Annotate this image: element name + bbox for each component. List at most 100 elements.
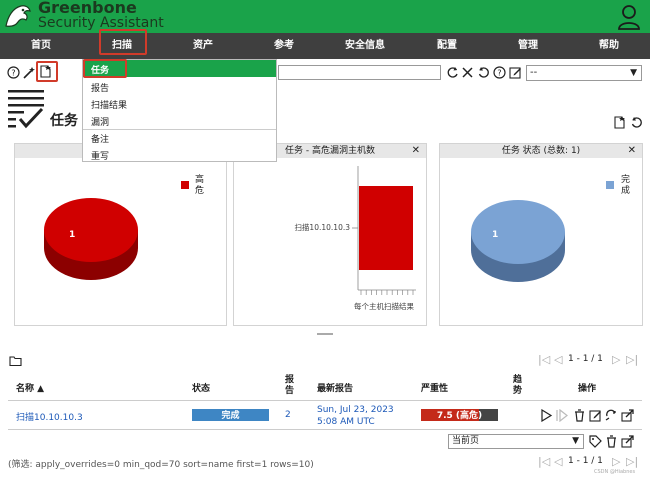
last-report-time-link[interactable]: 5:08 AM UTC <box>317 417 375 427</box>
filter-input[interactable] <box>278 65 441 80</box>
panel-header: 任务 状态 (总数: 1) ✕ <box>440 144 642 158</box>
chart-panel-high-hosts: 任务 - 高危漏洞主机数 ✕ 扫描10.10.10.3 每个主机扫描结果 <box>233 143 427 326</box>
nav-resilience[interactable]: 参考 <box>244 33 324 59</box>
highlight-new-task <box>36 61 58 82</box>
task-list-icon <box>8 90 44 129</box>
applied-filter-text: (筛选: apply_overrides=0 min_qod=70 sort=n… <box>8 460 314 470</box>
bar-axis-label: 每个主机扫描结果 <box>354 301 414 311</box>
page-count: 1 - 1 / 1 <box>568 354 603 364</box>
refresh-filter-icon[interactable] <box>446 66 459 79</box>
pagination-top: |◁ ◁ 1 - 1 / 1 ▷ ▷| <box>538 353 644 367</box>
nav-administration[interactable]: 管理 <box>488 33 568 59</box>
trash-icon[interactable] <box>573 409 586 422</box>
svg-text:?: ? <box>497 69 501 78</box>
pie-slice-label: 1 <box>492 230 498 240</box>
pie-slice-high <box>44 198 138 262</box>
page-count: 1 - 1 / 1 <box>568 456 603 466</box>
col-header-severity[interactable]: 严重性 <box>421 381 448 394</box>
menu-item-results[interactable]: 扫描结果 <box>91 98 127 111</box>
last-report-date-link[interactable]: Sun, Jul 23, 2023 <box>317 405 394 415</box>
table-row-divider <box>8 429 642 430</box>
col-header-name[interactable]: 名称 ▲ <box>16 381 44 394</box>
close-icon[interactable]: ✕ <box>628 144 636 158</box>
bar-mark <box>359 186 413 270</box>
chevron-down-icon: ▼ <box>572 436 579 446</box>
col-header-reports[interactable]: 报告 <box>285 375 295 397</box>
pagination-bottom: |◁ ◁ 1 - 1 / 1 ▷ ▷| <box>538 455 644 469</box>
tag-icon[interactable] <box>589 435 602 448</box>
legend-swatch <box>606 181 614 189</box>
clone-icon[interactable] <box>605 409 618 422</box>
reset-filter-icon[interactable] <box>477 66 490 79</box>
nav-secinfo[interactable]: 安全信息 <box>324 33 406 59</box>
bulk-select[interactable]: 当前页 ▼ <box>448 434 584 449</box>
svg-text:?: ? <box>11 69 15 78</box>
folder-icon[interactable] <box>9 354 22 367</box>
first-page-icon[interactable]: |◁ <box>538 455 550 468</box>
edit-icon[interactable] <box>589 409 602 422</box>
col-header-actions: 操作 <box>578 384 597 394</box>
nav-configuration[interactable]: 配置 <box>406 33 488 59</box>
highlight-nav-scans <box>99 29 147 55</box>
menu-divider <box>83 129 276 130</box>
severity-label: 7.5 (高危) <box>436 411 483 421</box>
page-title: 任务 <box>50 113 78 129</box>
legend-label: 高危 <box>195 175 205 196</box>
prev-page-icon[interactable]: ◁ <box>554 455 562 468</box>
resize-handle[interactable] <box>317 333 333 335</box>
next-page-icon[interactable]: ▷ <box>612 455 620 468</box>
menu-item-overrides[interactable]: 重写 <box>91 149 109 162</box>
bar-chart: 扫描10.10.10.3 每个主机扫描结果 <box>294 166 416 311</box>
resume-icon <box>556 409 568 422</box>
clear-filter-icon[interactable] <box>461 66 474 79</box>
pie-slice-label: 1 <box>69 230 75 240</box>
edit-filter-icon[interactable] <box>509 66 522 79</box>
task-name-link[interactable]: 扫描10.10.10.3 <box>16 410 83 423</box>
menu-item-vulnerabilities[interactable]: 漏洞 <box>91 115 109 128</box>
pie-chart: 1 <box>471 200 565 282</box>
reports-count-link[interactable]: 2 <box>285 410 291 420</box>
filter-select[interactable]: -- ▼ <box>526 65 642 81</box>
wizard-icon[interactable] <box>22 66 35 79</box>
close-icon[interactable]: ✕ <box>412 144 420 158</box>
bar-category-label: 扫描10.10.10.3 <box>294 222 350 232</box>
status-bar: 完成 <box>192 409 269 421</box>
prev-page-icon[interactable]: ◁ <box>554 353 562 366</box>
chart-panel-status: 任务 状态 (总数: 1) ✕ 1 完成 <box>439 143 643 326</box>
col-header-trend[interactable]: 趋势 <box>513 375 523 397</box>
chart-panel-tasks-severity: 任务 1 高危 <box>14 143 227 326</box>
last-page-icon[interactable]: ▷| <box>626 353 638 366</box>
chevron-down-icon: ▼ <box>630 68 637 78</box>
bulk-trash-icon[interactable] <box>605 435 618 448</box>
table-header-divider <box>8 400 642 401</box>
help-icon[interactable]: ? <box>7 66 20 79</box>
bulk-select-value: 当前页 <box>452 436 480 446</box>
col-header-last-report[interactable]: 最新报告 <box>317 381 353 394</box>
status-label: 完成 <box>221 411 240 421</box>
menu-item-reports[interactable]: 报告 <box>91 81 109 94</box>
greenbone-logo <box>5 5 31 27</box>
user-icon[interactable] <box>617 4 641 30</box>
last-page-icon[interactable]: ▷| <box>626 455 638 468</box>
filter-help-icon[interactable]: ? <box>493 66 506 79</box>
nav-help[interactable]: 帮助 <box>568 33 650 59</box>
start-icon[interactable] <box>540 409 553 422</box>
legend-label: 完成 <box>621 175 631 196</box>
panel-title: 任务 - 高危漏洞主机数 <box>285 146 375 156</box>
pie-slice-done <box>471 200 565 264</box>
pie-chart: 1 <box>44 198 138 280</box>
first-page-icon[interactable]: |◁ <box>538 353 550 366</box>
highlight-menu-tasks <box>83 59 127 78</box>
nav-dashboard[interactable]: 首页 <box>0 33 82 59</box>
severity-bar: 7.5 (高危) <box>421 409 498 421</box>
watermark: CSDN @Hiabnes <box>594 469 636 475</box>
add-dashboard-icon[interactable] <box>613 116 626 129</box>
export-icon[interactable] <box>621 409 634 422</box>
legend-swatch <box>181 181 189 189</box>
col-header-status[interactable]: 状态 <box>192 381 210 394</box>
bulk-export-icon[interactable] <box>621 435 634 448</box>
menu-item-notes[interactable]: 备注 <box>91 132 109 145</box>
nav-assets[interactable]: 资产 <box>162 33 244 59</box>
reset-dashboard-icon[interactable] <box>630 116 643 129</box>
next-page-icon[interactable]: ▷ <box>612 353 620 366</box>
